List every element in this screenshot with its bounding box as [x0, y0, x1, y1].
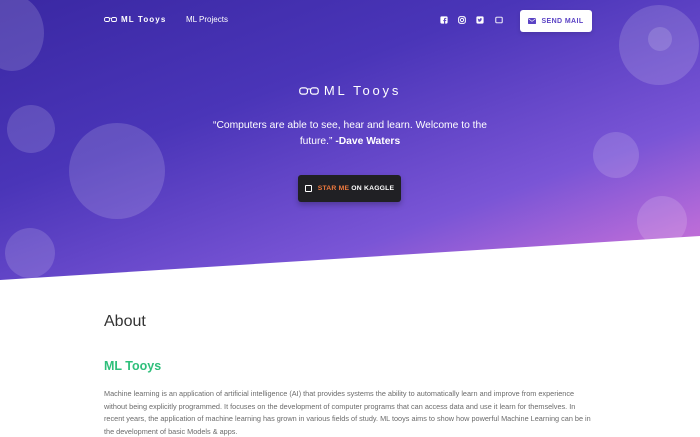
about-subheading: ML Tooys: [104, 359, 162, 373]
decorative-bubble: [7, 105, 55, 153]
glasses-icon: [104, 17, 117, 22]
kaggle-star-label: STAR ME: [317, 185, 350, 192]
twitter-icon[interactable]: [476, 16, 484, 24]
facebook-icon[interactable]: [440, 16, 448, 24]
send-mail-button[interactable]: SEND MAIL: [520, 10, 592, 32]
glasses-icon: [298, 86, 319, 95]
decorative-bubble: [637, 196, 687, 246]
hero-quote: “Computers are able to see, hear and lea…: [210, 118, 490, 150]
quote-author: -Dave Waters: [335, 136, 401, 147]
decorative-bubble: [5, 228, 55, 278]
kaggle-icon: [304, 185, 312, 192]
send-mail-label: SEND MAIL: [541, 17, 584, 25]
brand-logo-link[interactable]: ML Tooys: [104, 15, 166, 24]
about-paragraph: Machine learning is an application of ar…: [104, 389, 591, 437]
about-heading: About: [104, 313, 146, 330]
star-on-kaggle-button[interactable]: STAR ME ON KAGGLE: [298, 175, 401, 202]
mail-icon: [528, 18, 537, 24]
top-navbar: ML Tooys ML Projects SEND MAIL: [0, 0, 700, 42]
decorative-bubble: [69, 123, 165, 219]
brand-name: ML Tooys: [121, 15, 167, 24]
hero-title-text: ML Tooys: [323, 83, 402, 98]
decorative-bubble: [593, 132, 639, 178]
kaggle-on-label: ON KAGGLE: [351, 185, 395, 192]
linkedin-icon[interactable]: [495, 16, 503, 24]
nav-link-ml-projects[interactable]: ML Projects: [186, 15, 228, 24]
hero-title: ML Tooys: [0, 83, 700, 98]
instagram-icon[interactable]: [458, 16, 466, 24]
